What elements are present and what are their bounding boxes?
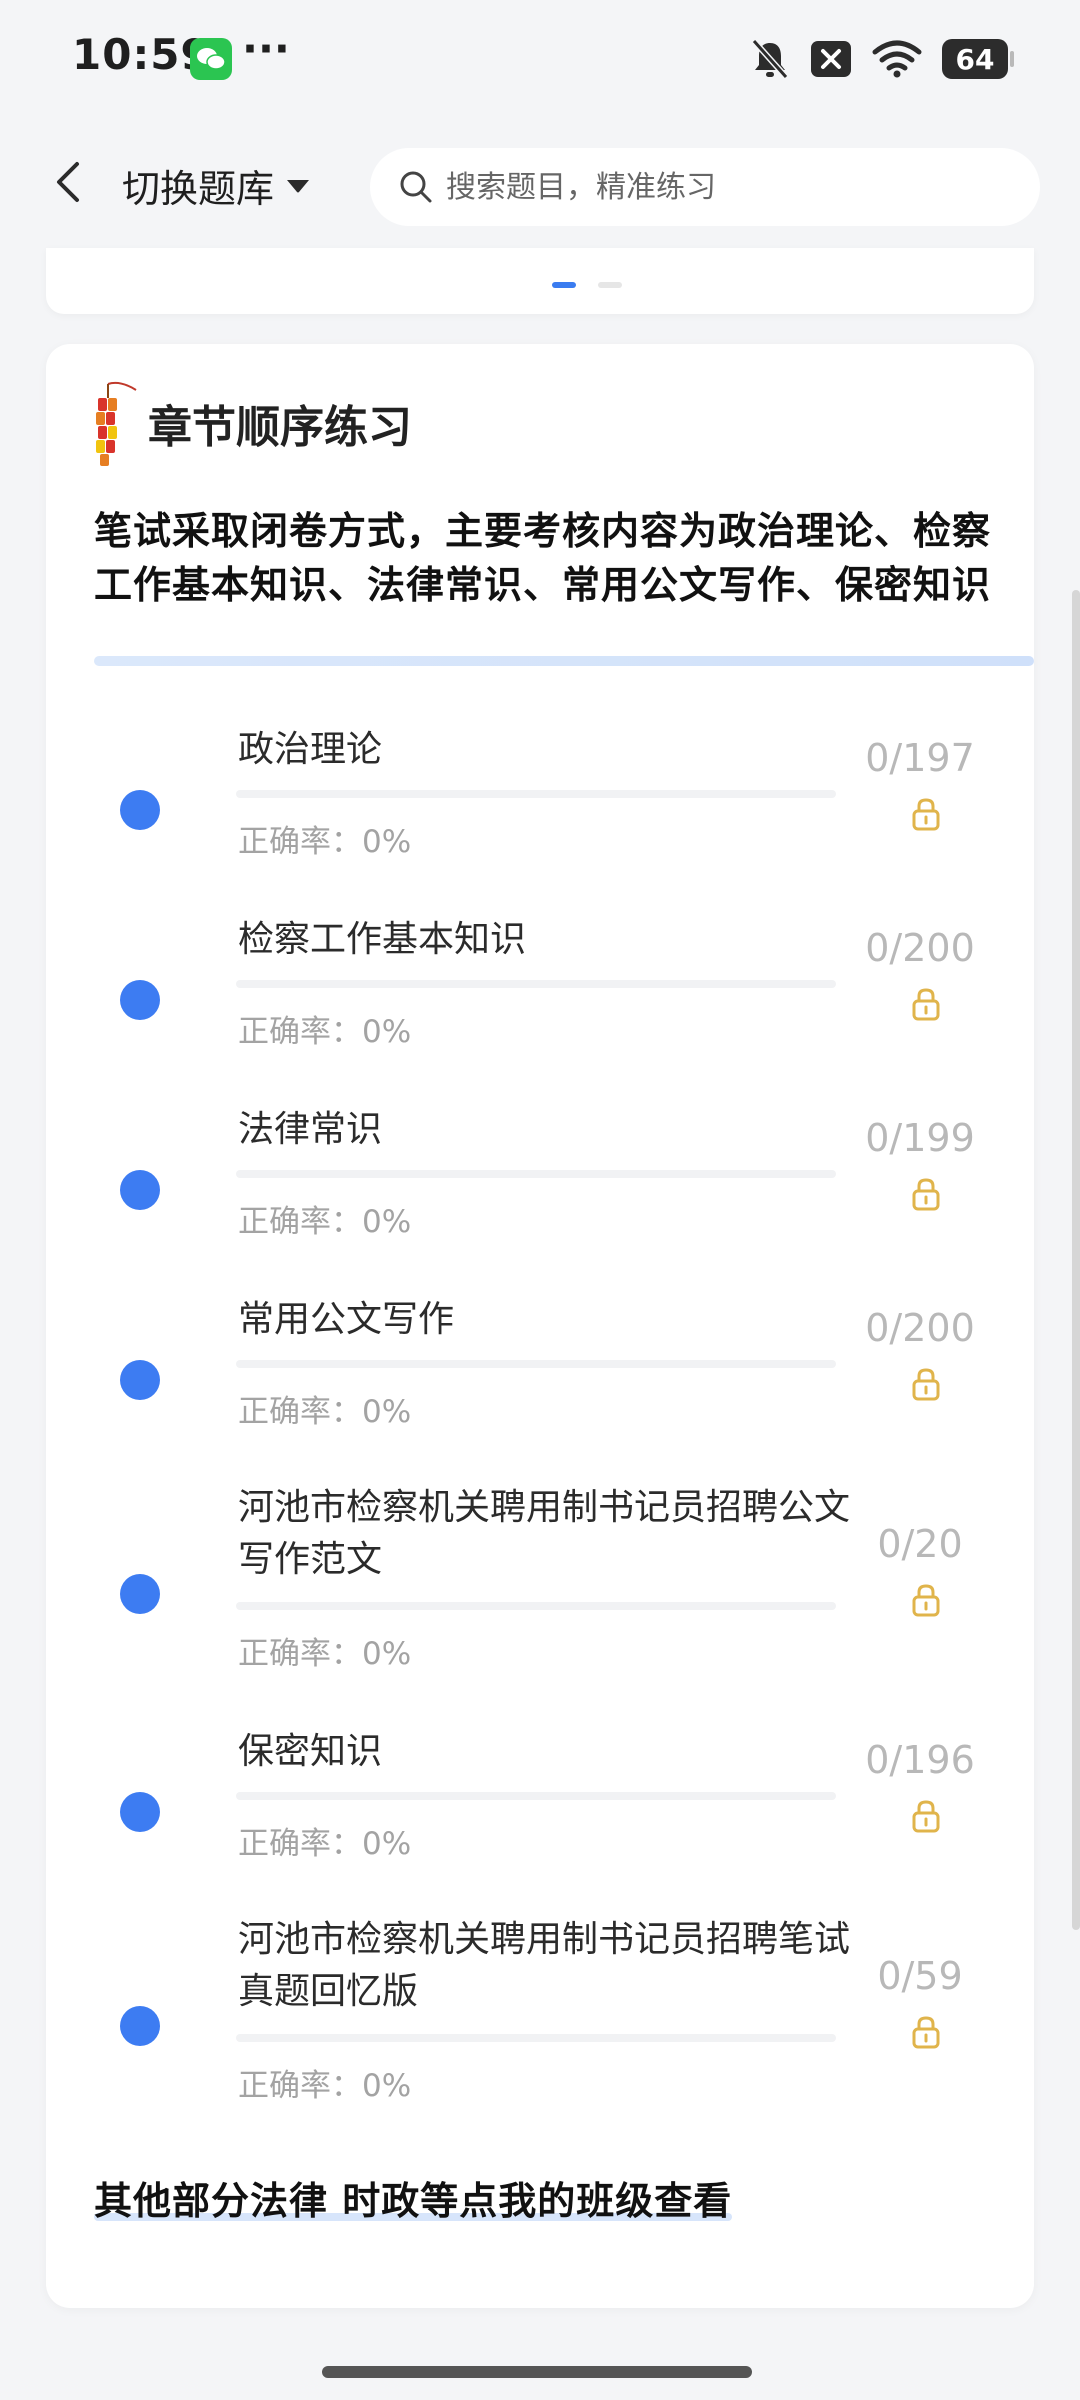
lock-icon[interactable]	[906, 1364, 946, 1404]
more-notifications-icon: ···	[242, 24, 290, 73]
chapter-row-past-exam[interactable]: 河池市检察机关聘用制书记员招聘笔试真题回忆版 正确率：0% 0/59	[46, 1916, 1034, 2158]
lock-icon[interactable]	[906, 1580, 946, 1620]
banner-carousel[interactable]	[46, 248, 1034, 314]
carousel-indicator-active	[552, 282, 576, 288]
chapter-name: 法律常识	[238, 1109, 383, 1150]
chapter-row-politics[interactable]: 政治理论 正确率：0% 0/197	[46, 724, 1034, 914]
card-title: 章节顺序练习	[148, 402, 412, 453]
search-input[interactable]	[444, 168, 1008, 206]
home-indicator[interactable]	[322, 2366, 752, 2378]
chapter-accuracy: 正确率：0%	[238, 2060, 411, 2105]
chapter-row-confidentiality[interactable]: 保密知识 正确率：0% 0/196	[46, 1726, 1034, 1916]
lock-icon[interactable]	[906, 2012, 946, 2052]
chapter-row-writing-samples[interactable]: 河池市检察机关聘用制书记员招聘公文写作范文 正确率：0% 0/20	[46, 1484, 1034, 1726]
chevron-left-icon	[57, 162, 79, 202]
chapter-row-official-writing[interactable]: 常用公文写作 正确率：0% 0/200	[46, 1294, 1034, 1484]
chapter-question-count: 0/59	[877, 1954, 963, 1998]
chapter-status-dot	[120, 1574, 160, 1614]
accuracy-value: 0%	[362, 1394, 412, 1430]
scrollbar[interactable]	[1072, 590, 1080, 1930]
chapter-question-count: 0/196	[865, 1738, 975, 1782]
accuracy-value: 0%	[362, 1826, 412, 1862]
chapter-status-dot	[120, 790, 160, 830]
close-box-icon	[811, 41, 851, 77]
lock-icon[interactable]	[906, 1174, 946, 1214]
accuracy-value: 0%	[362, 824, 412, 860]
chapter-name: 检察工作基本知识	[238, 919, 527, 960]
description-underline	[94, 656, 1034, 666]
accuracy-value: 0%	[362, 2068, 412, 2104]
battery-level: 64	[955, 42, 995, 76]
accuracy-value: 0%	[362, 1204, 412, 1240]
carousel-indicator	[598, 282, 622, 288]
chapter-practice-card: 章节顺序练习 笔试采取闭卷方式，主要考核内容为政治理论、检察工作基本知识、法律常…	[46, 344, 1034, 2308]
chapter-name: 河池市检察机关聘用制书记员招聘公文写作范文	[238, 1487, 851, 1580]
chapter-name: 河池市检察机关聘用制书记员招聘笔试真题回忆版	[238, 1919, 851, 2012]
chapter-name: 保密知识	[238, 1731, 383, 1772]
chapter-accuracy: 正确率：0%	[238, 1818, 411, 1863]
chapter-progress-bar	[236, 1792, 836, 1800]
chapter-status-dot	[120, 2006, 160, 2046]
chapter-progress-bar	[236, 2034, 836, 2042]
accuracy-label: 正确率：	[238, 1394, 362, 1430]
chapter-question-count: 0/199	[865, 1116, 975, 1160]
chapter-accuracy: 正确率：0%	[238, 1006, 411, 1051]
chapter-row-legal-knowledge[interactable]: 法律常识 正确率：0% 0/199	[46, 1104, 1034, 1294]
wechat-notification-icon	[190, 38, 232, 80]
chapter-accuracy: 正确率：0%	[238, 1628, 411, 1673]
chapter-row-procuratorial-basics[interactable]: 检察工作基本知识 正确率：0% 0/200	[46, 914, 1034, 1104]
status-bar: 10:59 ··· 64	[0, 0, 1080, 118]
my-class-link-text: 其他部分法律 时政等点我的班级查看	[94, 2179, 733, 2223]
chapter-accuracy: 正确率：0%	[238, 1386, 411, 1431]
chapter-accuracy: 正确率：0%	[238, 1196, 411, 1241]
chapter-question-count: 0/200	[865, 1306, 975, 1350]
accuracy-label: 正确率：	[238, 824, 362, 860]
mute-bell-icon	[751, 39, 789, 79]
switch-question-bank-button[interactable]: 切换题库	[122, 158, 312, 213]
battery-indicator: 64	[942, 39, 1014, 79]
lock-icon[interactable]	[906, 984, 946, 1024]
chapter-progress-bar	[236, 1602, 836, 1610]
chapter-progress-bar	[236, 980, 836, 988]
chapter-status-dot	[120, 1360, 160, 1400]
lock-icon[interactable]	[906, 794, 946, 834]
chapter-status-dot	[120, 1170, 160, 1210]
caret-down-icon	[287, 179, 310, 192]
exam-description: 笔试采取闭卷方式，主要考核内容为政治理论、检察工作基本知识、法律常识、常用公文写…	[94, 509, 992, 607]
accuracy-value: 0%	[362, 1014, 412, 1050]
chapter-progress-bar	[236, 1170, 836, 1178]
status-icons: 64	[750, 36, 1014, 82]
chapter-accuracy: 正确率：0%	[238, 816, 411, 861]
accuracy-label: 正确率：	[238, 1826, 362, 1862]
chapter-status-dot	[120, 1792, 160, 1832]
chapter-progress-bar	[236, 1360, 836, 1368]
firecracker-icon	[96, 381, 137, 466]
chapter-question-count: 0/197	[865, 736, 975, 780]
chapter-question-count: 0/20	[877, 1522, 963, 1566]
my-class-link[interactable]: 其他部分法律 时政等点我的班级查看	[94, 2170, 733, 2225]
chapter-list: 政治理论 正确率：0% 0/197 检察工作基本知识 正确率：0% 0/200 …	[46, 724, 1034, 2158]
accuracy-label: 正确率：	[238, 2068, 362, 2104]
accuracy-label: 正确率：	[238, 1204, 362, 1240]
header-bar: 切换题库	[0, 118, 1080, 248]
wifi-icon	[872, 40, 922, 78]
search-bar[interactable]	[370, 148, 1040, 226]
chapter-status-dot	[120, 980, 160, 1020]
lock-icon[interactable]	[906, 1796, 946, 1836]
accuracy-label: 正确率：	[238, 1636, 362, 1672]
switch-question-bank-label: 切换题库	[122, 167, 275, 211]
card-title-row: 章节顺序练习	[86, 378, 412, 468]
chapter-name: 常用公文写作	[238, 1299, 455, 1340]
search-icon	[396, 167, 436, 207]
accuracy-value: 0%	[362, 1636, 412, 1672]
chapter-question-count: 0/200	[865, 926, 975, 970]
chapter-progress-bar	[236, 790, 836, 798]
back-button[interactable]	[40, 154, 96, 210]
accuracy-label: 正确率：	[238, 1014, 362, 1050]
chapter-name: 政治理论	[238, 729, 383, 770]
